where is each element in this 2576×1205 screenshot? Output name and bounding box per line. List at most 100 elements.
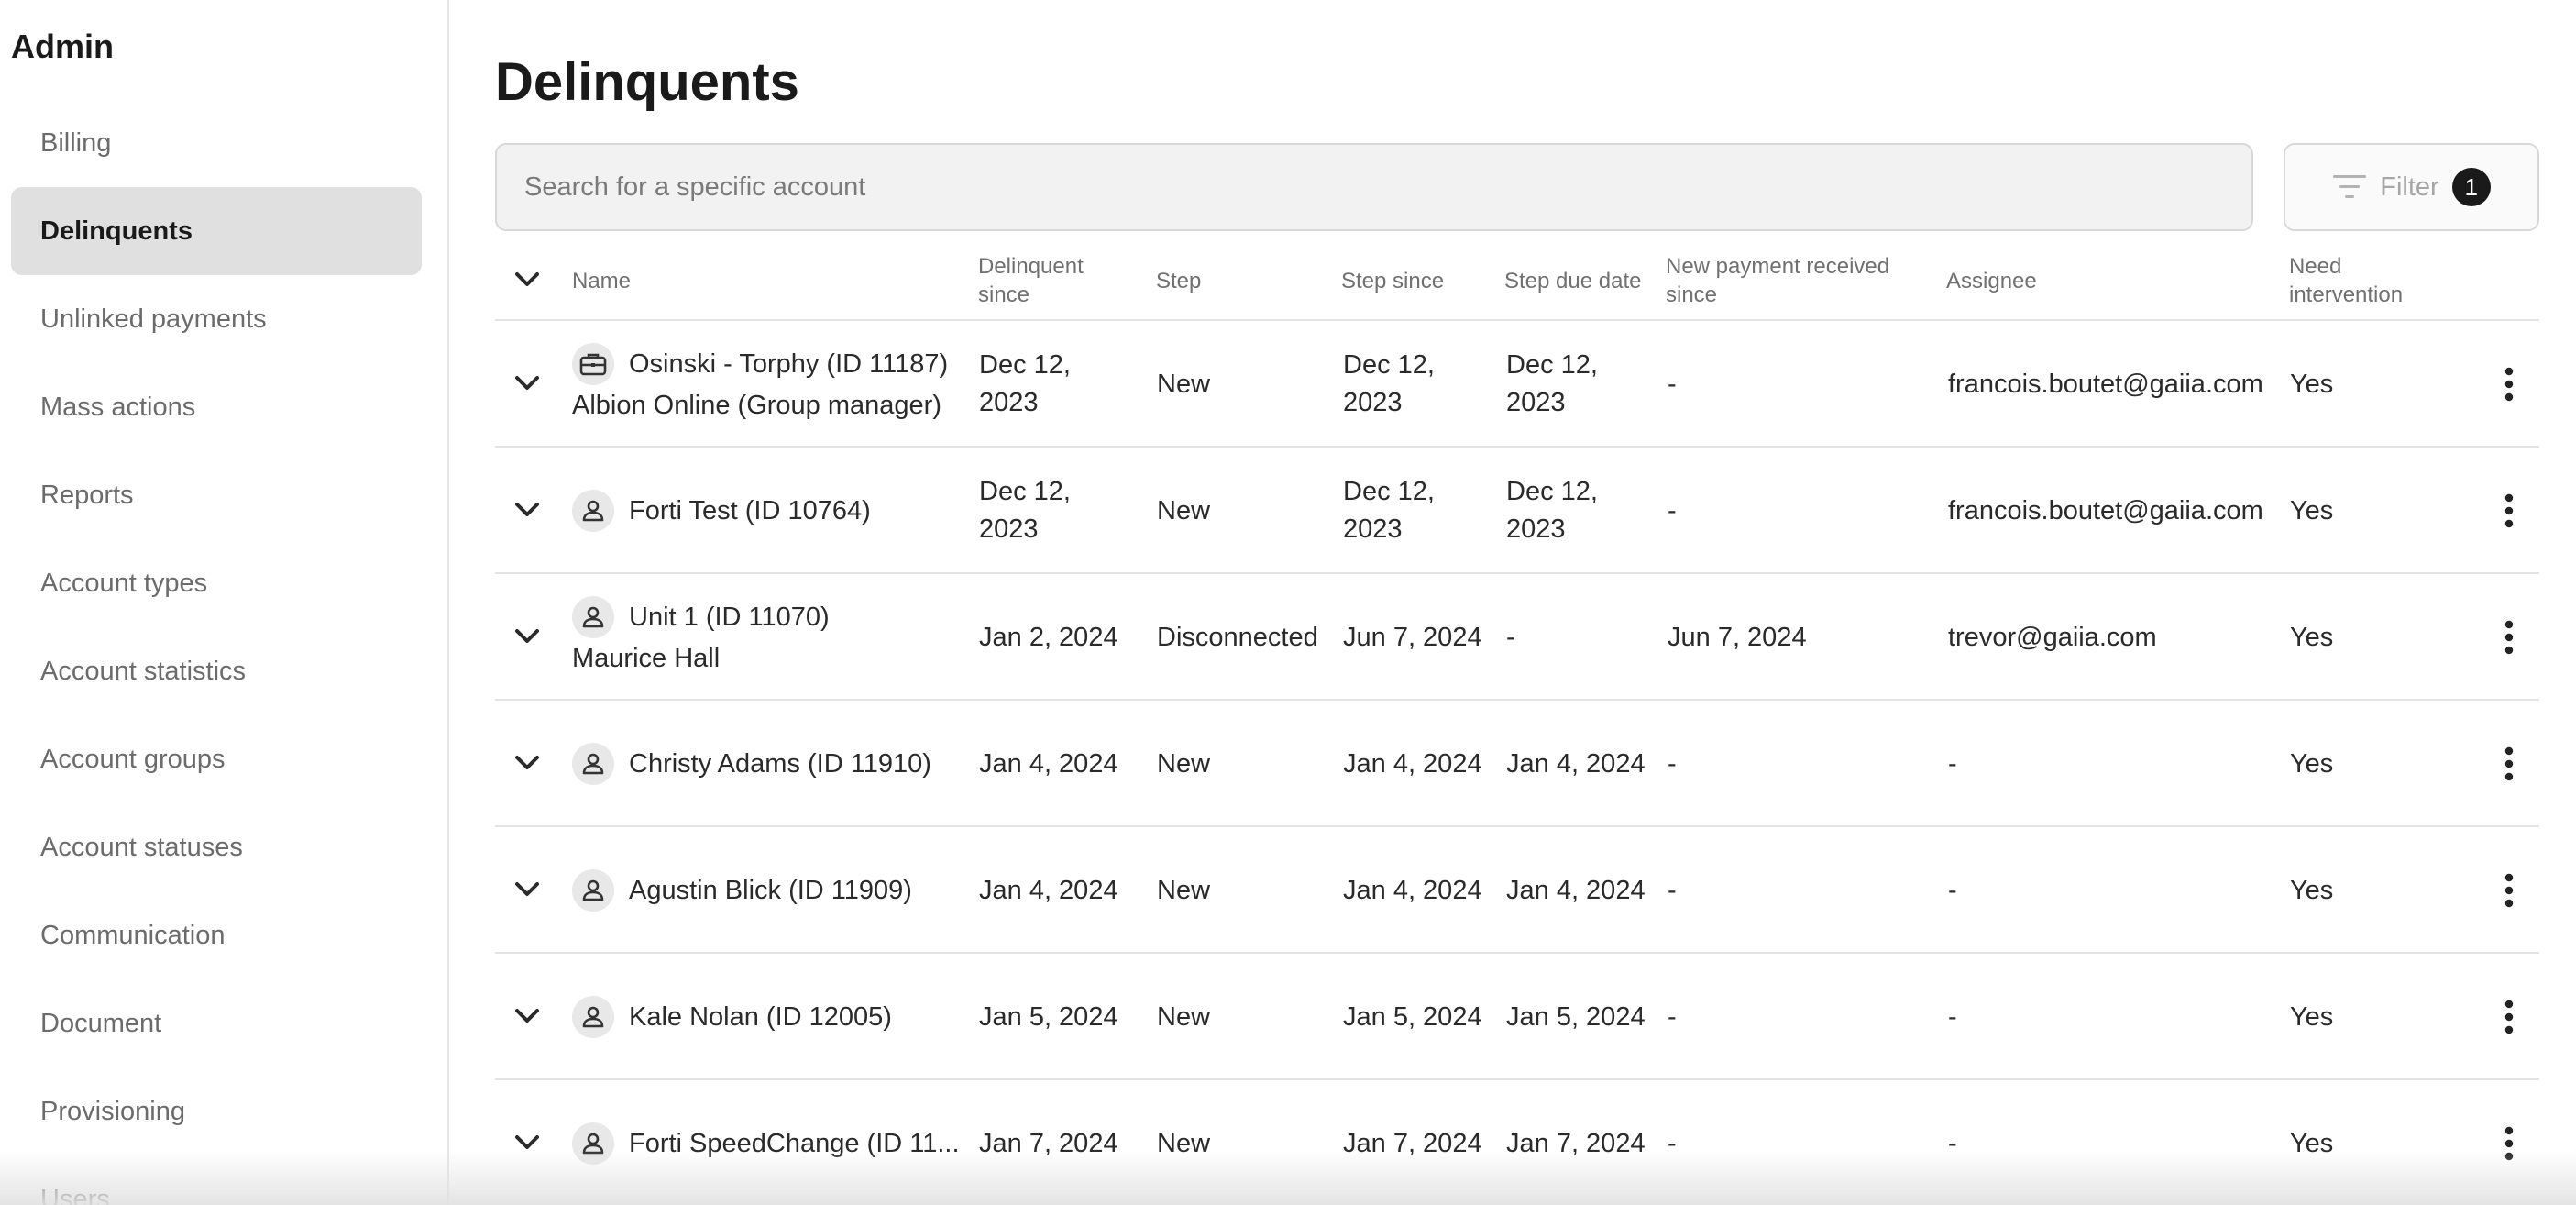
filter-icon <box>2333 175 2367 198</box>
table-row[interactable]: Kale Nolan (ID 12005) Jan 5, 2024 New Jan 5… <box>495 954 2539 1080</box>
assignee-cell: trevor@gaiia.com <box>1948 622 2157 652</box>
sidebar-item-account-statuses[interactable]: Account statuses <box>11 803 422 891</box>
sidebar-item-delinquents[interactable]: Delinquents <box>11 187 422 275</box>
column-header-step[interactable]: Step <box>1156 240 1201 321</box>
sidebar-item-account-statistics[interactable]: Account statistics <box>11 627 422 715</box>
step-since-cell: Jan 4, 2024 <box>1343 748 1482 779</box>
expand-row-toggle[interactable] <box>513 827 541 952</box>
step-due-date-cell: - <box>1506 622 1515 652</box>
step-cell: New <box>1157 369 1211 399</box>
account-name[interactable]: Unit 1 (ID 11070) <box>629 597 830 637</box>
table-row[interactable]: Christy Adams (ID 11910) Jan 4, 2024 New Ja… <box>495 701 2539 827</box>
step-cell: Disconnected <box>1157 622 1318 652</box>
account-name[interactable]: Forti SpeedChange (ID 11... <box>629 1123 960 1164</box>
chevron-down-icon <box>515 272 539 286</box>
column-header-need-intervention[interactable]: Need intervention <box>2289 240 2436 321</box>
search-input[interactable] <box>495 143 2253 231</box>
need-intervention-cell: Yes <box>2290 1001 2334 1032</box>
sidebar-item-users[interactable]: Users <box>11 1155 422 1205</box>
row-actions-button[interactable] <box>2503 574 2515 701</box>
account-name[interactable]: Kale Nolan (ID 12005) <box>629 997 892 1037</box>
account-name[interactable]: Forti Test (ID 10764) <box>629 491 871 531</box>
sidebar-item-communication[interactable]: Communication <box>11 891 422 979</box>
sidebar-item-mass-actions[interactable]: Mass actions <box>11 363 422 451</box>
row-actions-button[interactable] <box>2503 701 2515 827</box>
account-name-cell[interactable]: Agustin Blick (ID 11909) <box>572 827 966 954</box>
person-icon <box>572 596 614 638</box>
delinquents-table: Name Delinquent since Step Step since St… <box>495 240 2539 1205</box>
expand-row-toggle[interactable] <box>513 701 541 825</box>
table-row[interactable]: Unit 1 (ID 11070) Maurice Hall Jan 2, 2024… <box>495 574 2539 701</box>
new-payment-cell: - <box>1668 369 1677 399</box>
table-row[interactable]: Agustin Blick (ID 11909) Jan 4, 2024 New Ja… <box>495 827 2539 954</box>
sidebar-item-account-types[interactable]: Account types <box>11 539 422 627</box>
sidebar-item-reports[interactable]: Reports <box>11 451 422 539</box>
column-header-step-due-date[interactable]: Step due date <box>1504 240 1641 321</box>
chevron-down-icon <box>515 503 539 516</box>
assignee-cell: - <box>1948 1001 1957 1032</box>
row-actions-button[interactable] <box>2503 954 2515 1080</box>
table-body: Osinski - Torphy (ID 11187) Albion Online… <box>495 321 2539 1205</box>
need-intervention-cell: Yes <box>2290 369 2334 399</box>
account-name-cell[interactable]: Forti Test (ID 10764) <box>572 448 966 574</box>
expand-row-toggle[interactable] <box>513 448 541 572</box>
step-cell: New <box>1157 748 1211 779</box>
assignee-cell: - <box>1948 875 1957 905</box>
account-subtitle: Maurice Hall <box>572 644 721 673</box>
sidebar: Admin Billing Delinquents Unlinked payme… <box>0 0 449 1205</box>
step-since-cell: Jun 7, 2024 <box>1343 622 1482 652</box>
more-vertical-icon <box>2504 620 2514 655</box>
expand-row-toggle[interactable] <box>513 321 541 446</box>
delinquent-since-cell: Jan 4, 2024 <box>979 748 1118 779</box>
step-due-date-cell: Dec 12, 2023 <box>1506 350 1598 417</box>
person-icon <box>572 869 614 912</box>
chevron-down-icon <box>515 1009 539 1023</box>
need-intervention-cell: Yes <box>2290 495 2334 525</box>
column-header-delinquent-since[interactable]: Delinquent since <box>978 240 1116 321</box>
more-vertical-icon <box>2504 873 2514 908</box>
table-row[interactable]: Osinski - Torphy (ID 11187) Albion Online… <box>495 321 2539 448</box>
row-actions-button[interactable] <box>2503 1080 2515 1205</box>
briefcase-icon <box>572 343 614 385</box>
person-icon <box>572 1122 614 1165</box>
expand-all-toggle[interactable] <box>513 240 541 319</box>
account-name[interactable]: Christy Adams (ID 11910) <box>629 744 931 784</box>
column-header-name[interactable]: Name <box>572 240 631 321</box>
column-header-assignee[interactable]: Assignee <box>1946 240 2037 321</box>
account-name-cell[interactable]: Kale Nolan (ID 12005) <box>572 954 966 1080</box>
account-name[interactable]: Agustin Blick (ID 11909) <box>629 870 912 911</box>
row-actions-button[interactable] <box>2503 448 2515 574</box>
row-actions-button[interactable] <box>2503 827 2515 954</box>
more-vertical-icon <box>2504 1126 2514 1161</box>
column-header-step-since[interactable]: Step since <box>1341 240 1444 321</box>
account-name-cell[interactable]: Forti SpeedChange (ID 11... <box>572 1080 966 1205</box>
filter-button[interactable]: Filter 1 <box>2284 143 2539 231</box>
step-cell: New <box>1157 1001 1211 1032</box>
main-content: Delinquents Filter 1 Name Delinquent sin… <box>495 0 2539 1205</box>
filter-label: Filter <box>2380 171 2439 202</box>
table-row[interactable]: Forti SpeedChange (ID 11... Jan 7, 2024 Ne… <box>495 1080 2539 1205</box>
account-name-cell[interactable]: Unit 1 (ID 11070) Maurice Hall <box>572 574 966 701</box>
expand-row-toggle[interactable] <box>513 954 541 1078</box>
row-actions-button[interactable] <box>2503 321 2515 448</box>
need-intervention-cell: Yes <box>2290 622 2334 652</box>
account-name[interactable]: Osinski - Torphy (ID 11187) <box>629 344 948 384</box>
delinquent-since-cell: Dec 12, 2023 <box>979 477 1071 544</box>
expand-row-toggle[interactable] <box>513 574 541 699</box>
delinquent-since-cell: Jan 4, 2024 <box>979 875 1118 905</box>
sidebar-item-document[interactable]: Document <box>11 979 422 1067</box>
sidebar-item-unlinked-payments[interactable]: Unlinked payments <box>11 275 422 363</box>
sidebar-nav: Billing Delinquents Unlinked payments Ma… <box>11 99 422 1205</box>
sidebar-item-provisioning[interactable]: Provisioning <box>11 1067 422 1155</box>
table-row[interactable]: Forti Test (ID 10764) Dec 12, 2023 New Dec … <box>495 448 2539 574</box>
delinquent-since-cell: Dec 12, 2023 <box>979 350 1071 417</box>
delinquent-since-cell: Jan 5, 2024 <box>979 1001 1118 1032</box>
table-header: Name Delinquent since Step Step since St… <box>495 240 2539 321</box>
column-header-new-payment[interactable]: New payment received since <box>1666 240 1932 321</box>
chevron-down-icon <box>515 629 539 643</box>
expand-row-toggle[interactable] <box>513 1080 541 1205</box>
account-name-cell[interactable]: Osinski - Torphy (ID 11187) Albion Online… <box>572 321 966 448</box>
sidebar-item-billing[interactable]: Billing <box>11 99 422 187</box>
account-name-cell[interactable]: Christy Adams (ID 11910) <box>572 701 966 827</box>
sidebar-item-account-groups[interactable]: Account groups <box>11 715 422 803</box>
